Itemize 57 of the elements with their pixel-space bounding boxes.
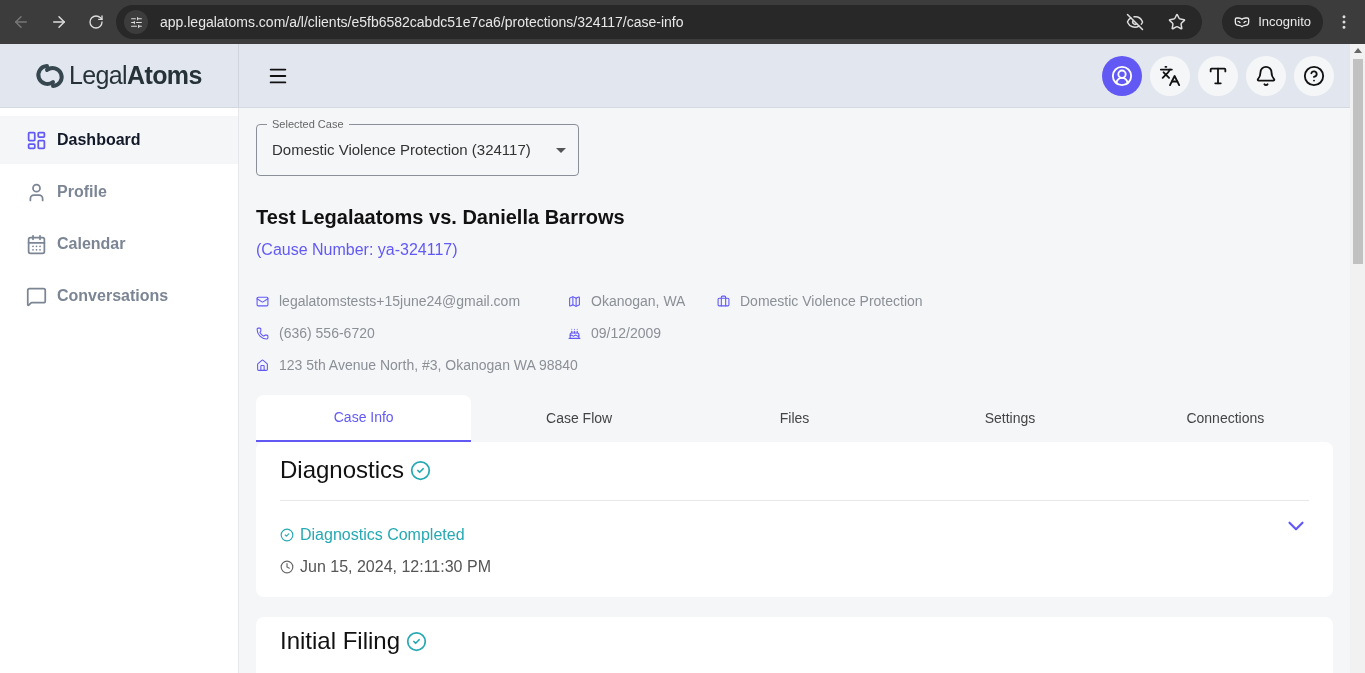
phone-icon [256, 326, 269, 340]
tab[interactable]: Case Flow [471, 395, 687, 442]
house-icon [256, 358, 269, 372]
sidebar-item[interactable]: Conversations [0, 272, 238, 320]
address-bar[interactable]: app.legalatoms.com/a/l/clients/e5fb6582cabdc51e7ca6/protections/324117/case-info [116, 5, 1203, 39]
site-settings-icon[interactable] [124, 10, 148, 34]
detail-text: 123 5th Avenue North, #3, Okanogan WA 98840 [279, 355, 578, 375]
status-text: Diagnostics Completed [300, 525, 465, 545]
bell-button[interactable] [1246, 55, 1286, 96]
incognito-chip[interactable]: Incognito [1222, 5, 1323, 39]
tab[interactable]: Settings [902, 395, 1118, 442]
sidebar-item[interactable]: Calendar [0, 220, 238, 268]
help-icon [1303, 64, 1325, 87]
map-icon [568, 294, 581, 308]
briefcase-icon [717, 294, 730, 308]
url-text: app.legalatoms.com/a/l/clients/e5fb6582cabdc51e7ca6/protections/324117/case-info [160, 12, 685, 32]
case-title: Test Legalaatoms vs. Daniella Barrows [256, 205, 625, 230]
section-title: Initial Filing [280, 626, 401, 656]
translate-icon [1159, 64, 1181, 87]
detail-text: Okanogan, WA [591, 291, 686, 311]
help-button[interactable] [1294, 55, 1334, 96]
person-circle-icon [1111, 64, 1133, 87]
profile-button[interactable] [1102, 55, 1142, 96]
detail-text: Domestic Violence Protection [740, 291, 923, 311]
scroll-up-arrow-icon[interactable] [1353, 48, 1362, 53]
section-title: Diagnostics [280, 455, 405, 485]
logo-text: LegalAtoms [69, 59, 202, 91]
forward-icon[interactable] [50, 13, 68, 31]
sidebar-item[interactable]: Profile [0, 168, 238, 216]
dashboard-icon [26, 129, 47, 151]
eye-off-icon[interactable] [1126, 13, 1145, 31]
check-circle-icon [280, 528, 294, 542]
tab[interactable]: Files [686, 395, 903, 442]
mail-icon [256, 294, 269, 308]
tab[interactable]: Connections [1117, 395, 1334, 442]
reload-icon[interactable] [88, 14, 104, 30]
translate-button[interactable] [1150, 55, 1190, 96]
back-icon[interactable] [12, 13, 30, 31]
detail-text: (636) 556-6720 [279, 323, 375, 343]
incognito-label: Incognito [1258, 13, 1311, 32]
clock-icon [280, 560, 294, 574]
calendar-icon [26, 233, 47, 255]
cause-number: (Cause Number: ya-324117) [256, 240, 458, 260]
timestamp: Jun 15, 2024, 12:11:30 PM [300, 557, 491, 577]
detail-text: 09/12/2009 [591, 323, 662, 343]
scrollbar[interactable] [1350, 44, 1365, 673]
tab[interactable]: Case Info [256, 395, 472, 442]
bell-icon [1255, 64, 1277, 87]
detail-text: legalatomstests+15june24@gmail.com [279, 291, 521, 311]
chat-icon [26, 285, 47, 307]
scrollbar-thumb[interactable] [1352, 59, 1363, 264]
incognito-icon [1234, 14, 1251, 30]
text-size-button[interactable] [1198, 55, 1238, 96]
dropdown-caret-icon [556, 147, 566, 153]
cake-icon [568, 326, 581, 340]
bookmark-star-icon[interactable] [1168, 13, 1187, 31]
sidebar-item[interactable]: Dashboard [0, 116, 238, 164]
